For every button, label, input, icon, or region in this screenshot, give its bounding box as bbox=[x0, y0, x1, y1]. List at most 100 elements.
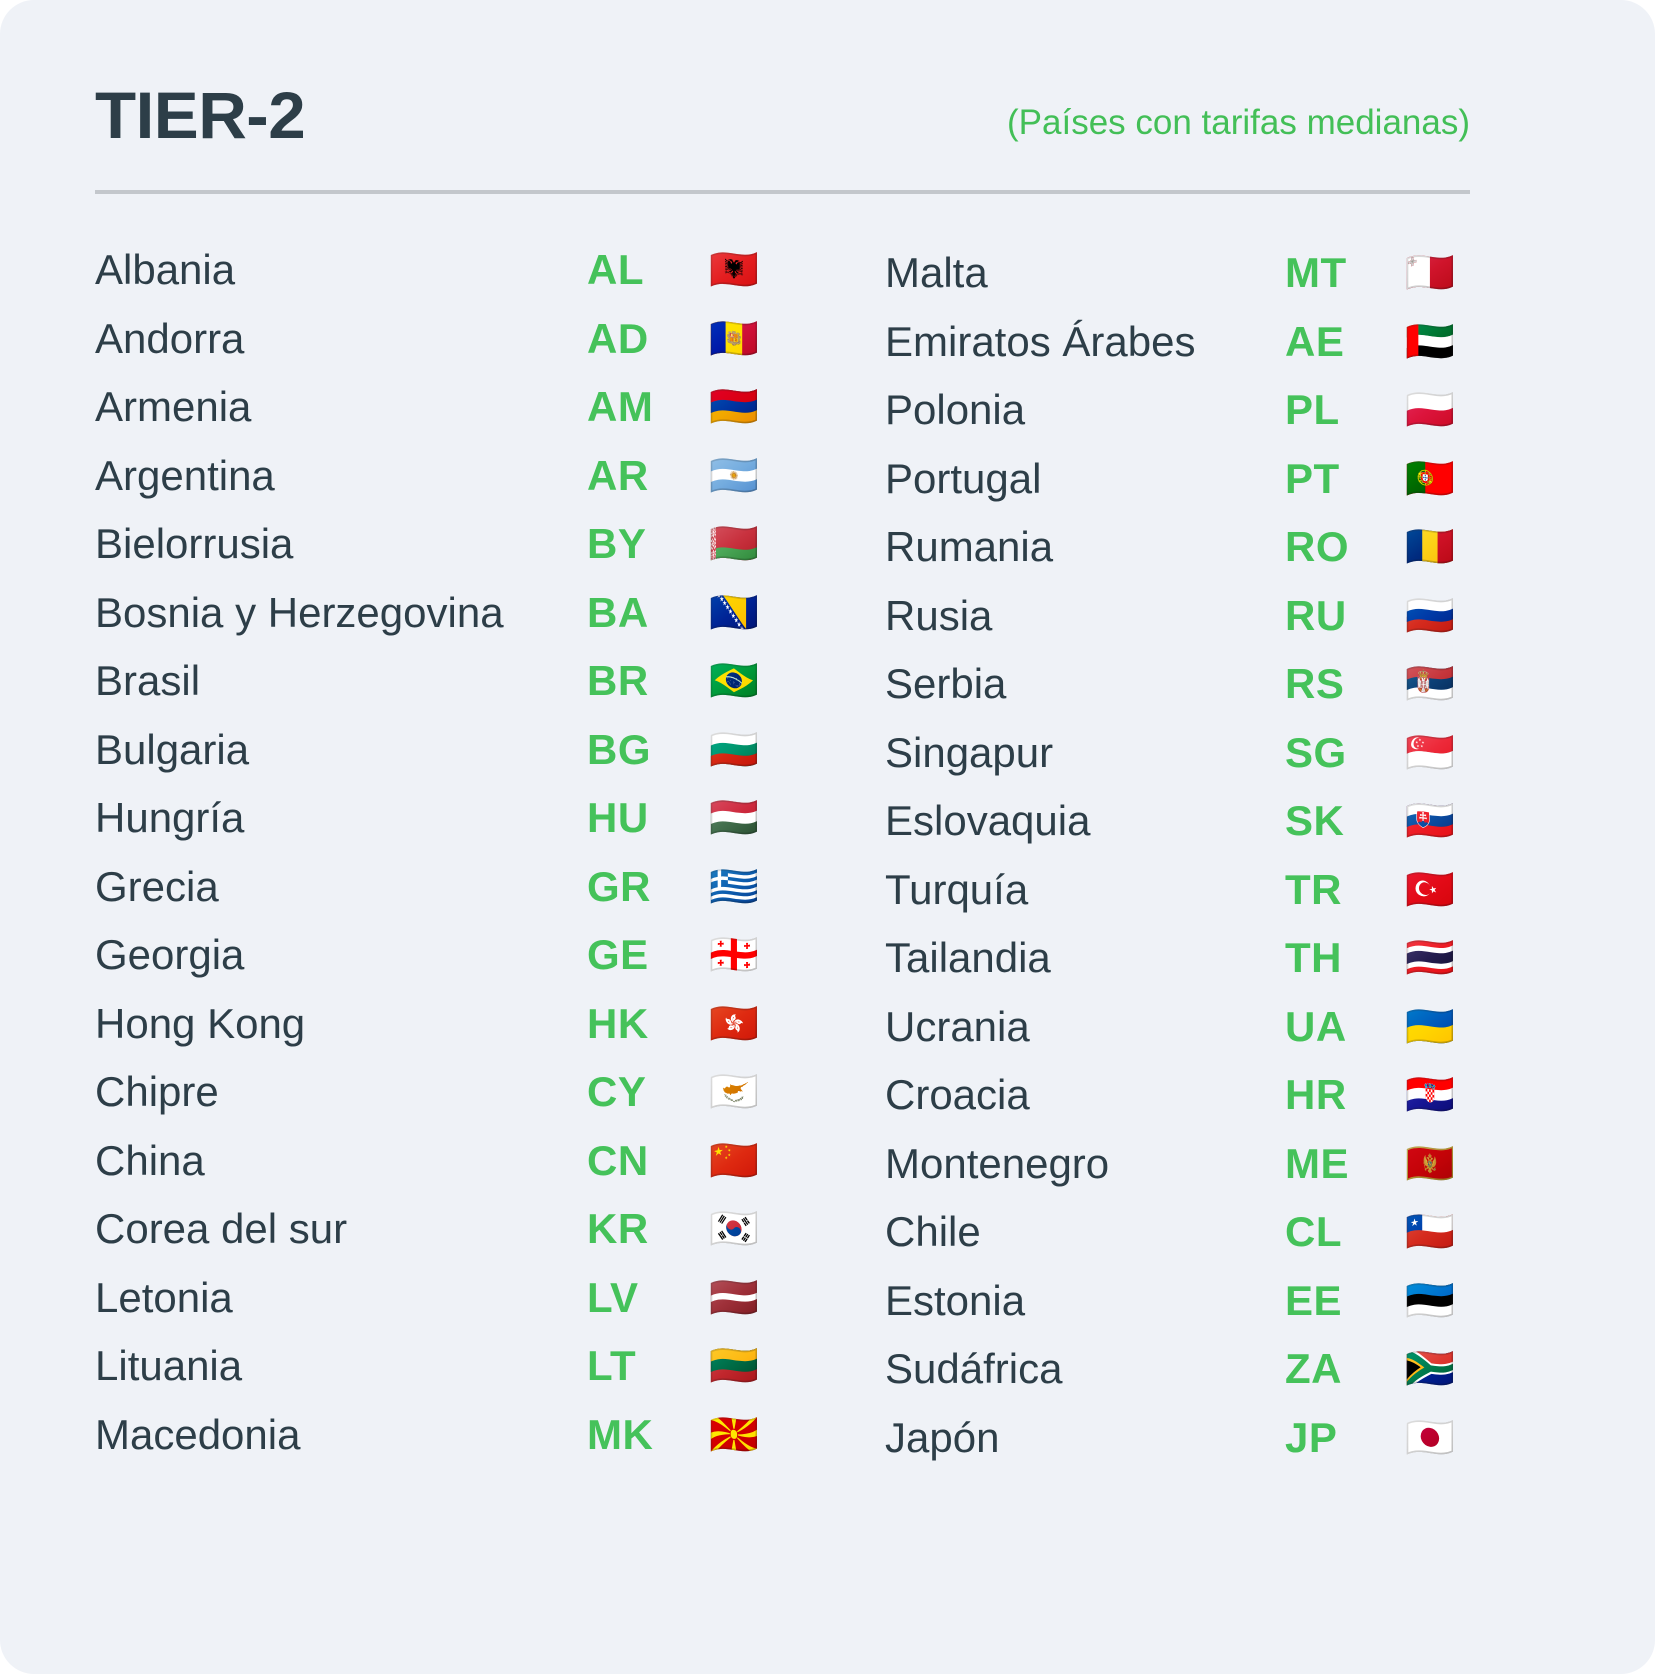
tier-card: TIER-2 (Países con tarifas medianas) Alb… bbox=[0, 0, 1655, 1674]
country-row[interactable]: Ucrania UA 🇺🇦 bbox=[885, 993, 1565, 1062]
country-flag-cell: 🇭🇰 bbox=[709, 998, 759, 1050]
flag-icon: 🇵🇹 bbox=[1405, 455, 1455, 502]
country-code: PT bbox=[1285, 454, 1340, 502]
country-name: Rumania bbox=[885, 523, 1054, 571]
country-row[interactable]: Tailandia TH 🇹🇭 bbox=[885, 924, 1565, 993]
country-code-cell: BA bbox=[587, 587, 709, 639]
country-code-cell: HU bbox=[587, 792, 709, 844]
country-row[interactable]: Polonia PL 🇵🇱 bbox=[885, 376, 1565, 445]
country-flag-cell: 🇦🇱 bbox=[709, 244, 759, 296]
country-flag-cell: 🇧🇾 bbox=[709, 518, 759, 570]
country-flag-cell: 🇺🇦 bbox=[1405, 1001, 1455, 1053]
country-row[interactable]: Bosnia y Herzegovina BA 🇧🇦 bbox=[95, 579, 795, 648]
country-name-cell: Argentina bbox=[95, 450, 587, 502]
country-flag-cell: 🇧🇬 bbox=[709, 724, 759, 776]
country-row[interactable]: Bielorrusia BY 🇧🇾 bbox=[95, 510, 795, 579]
country-row[interactable]: Corea del sur KR 🇰🇷 bbox=[95, 1195, 795, 1264]
country-code: BA bbox=[587, 588, 649, 636]
country-code: BY bbox=[587, 520, 647, 568]
flag-icon: 🇦🇱 bbox=[709, 247, 759, 294]
country-code: RU bbox=[1285, 591, 1347, 639]
country-row[interactable]: Lituania LT 🇱🇹 bbox=[95, 1332, 795, 1401]
country-row[interactable]: Croacia HR 🇭🇷 bbox=[885, 1061, 1565, 1130]
country-row[interactable]: Letonia LV 🇱🇻 bbox=[95, 1264, 795, 1333]
country-row[interactable]: China CN 🇨🇳 bbox=[95, 1127, 795, 1196]
country-row[interactable]: Montenegro ME 🇲🇪 bbox=[885, 1130, 1565, 1199]
country-code-cell: BY bbox=[587, 518, 709, 570]
flag-icon: 🇿🇦 bbox=[1405, 1346, 1455, 1393]
country-flag-cell: 🇯🇵 bbox=[1405, 1412, 1455, 1464]
country-name-cell: Emiratos Árabes bbox=[885, 316, 1285, 368]
country-row[interactable]: Rumania RO 🇷🇴 bbox=[885, 513, 1565, 582]
country-code-cell: CY bbox=[587, 1066, 709, 1118]
country-name-cell: Turquía bbox=[885, 864, 1285, 916]
country-row[interactable]: Chile CL 🇨🇱 bbox=[885, 1198, 1565, 1267]
flag-icon: 🇭🇷 bbox=[1405, 1072, 1455, 1119]
country-row[interactable]: Rusia RU 🇷🇺 bbox=[885, 582, 1565, 651]
country-code-cell: AM bbox=[587, 381, 709, 433]
country-row[interactable]: Albania AL 🇦🇱 bbox=[95, 236, 795, 305]
country-name: Croacia bbox=[885, 1071, 1030, 1119]
country-row[interactable]: Estonia EE 🇪🇪 bbox=[885, 1267, 1565, 1336]
country-row[interactable]: Malta MT 🇲🇹 bbox=[885, 239, 1565, 308]
country-name-cell: Bulgaria bbox=[95, 724, 587, 776]
country-row[interactable]: Turquía TR 🇹🇷 bbox=[885, 856, 1565, 925]
country-row[interactable]: Andorra AD 🇦🇩 bbox=[95, 305, 795, 374]
country-name: Argentina bbox=[95, 451, 275, 499]
country-row[interactable]: Macedonia MK 🇲🇰 bbox=[95, 1401, 795, 1470]
country-flag-cell: 🇬🇷 bbox=[709, 861, 759, 913]
country-code-cell: PT bbox=[1285, 453, 1405, 505]
country-row[interactable]: Armenia AM 🇦🇲 bbox=[95, 373, 795, 442]
country-row[interactable]: Singapur SG 🇸🇬 bbox=[885, 719, 1565, 788]
country-name: China bbox=[95, 1136, 205, 1184]
country-name-cell: Letonia bbox=[95, 1272, 587, 1324]
country-row[interactable]: Emiratos Árabes AE 🇦🇪 bbox=[885, 308, 1565, 377]
country-row[interactable]: Japón JP 🇯🇵 bbox=[885, 1404, 1565, 1473]
country-name: Hungría bbox=[95, 794, 245, 842]
country-name: Bielorrusia bbox=[95, 520, 294, 568]
country-column-left: Albania AL 🇦🇱 Andorra AD 🇦🇩 Armenia AM 🇦🇲 Argenti… bbox=[95, 236, 795, 1469]
country-row[interactable]: Eslovaquia SK 🇸🇰 bbox=[885, 787, 1565, 856]
country-code: BR bbox=[587, 657, 649, 705]
country-row[interactable]: Portugal PT 🇵🇹 bbox=[885, 445, 1565, 514]
country-flag-cell: 🇷🇴 bbox=[1405, 521, 1455, 573]
country-row[interactable]: Bulgaria BG 🇧🇬 bbox=[95, 716, 795, 785]
country-flag-cell: 🇹🇭 bbox=[1405, 932, 1455, 984]
country-flag-cell: 🇷🇸 bbox=[1405, 658, 1455, 710]
country-code-cell: BR bbox=[587, 655, 709, 707]
country-code: AD bbox=[587, 314, 649, 362]
country-row[interactable]: Serbia RS 🇷🇸 bbox=[885, 650, 1565, 719]
country-name: Ucrania bbox=[885, 1002, 1030, 1050]
country-row[interactable]: Argentina AR 🇦🇷 bbox=[95, 442, 795, 511]
country-name-cell: Albania bbox=[95, 244, 587, 296]
country-name: Emiratos Árabes bbox=[885, 317, 1196, 365]
country-name-cell: Georgia bbox=[95, 929, 587, 981]
flag-icon: 🇯🇵 bbox=[1405, 1414, 1455, 1461]
country-row[interactable]: Brasil BR 🇧🇷 bbox=[95, 647, 795, 716]
country-row[interactable]: Hungría HU 🇭🇺 bbox=[95, 784, 795, 853]
flag-icon: 🇪🇪 bbox=[1405, 1277, 1455, 1324]
country-flag-cell: 🇦🇷 bbox=[709, 450, 759, 502]
country-code-cell: AR bbox=[587, 450, 709, 502]
country-flag-cell: 🇭🇷 bbox=[1405, 1069, 1455, 1121]
country-code-cell: RU bbox=[1285, 590, 1405, 642]
country-code-cell: MT bbox=[1285, 247, 1405, 299]
country-name-cell: Serbia bbox=[885, 658, 1285, 710]
country-row[interactable]: Grecia GR 🇬🇷 bbox=[95, 853, 795, 922]
country-flag-cell: 🇨🇳 bbox=[709, 1135, 759, 1187]
country-row[interactable]: Sudáfrica ZA 🇿🇦 bbox=[885, 1335, 1565, 1404]
flag-icon: 🇸🇰 bbox=[1405, 798, 1455, 845]
country-row[interactable]: Georgia GE 🇬🇪 bbox=[95, 921, 795, 990]
country-code: TH bbox=[1285, 934, 1342, 982]
country-flag-cell: 🇦🇪 bbox=[1405, 316, 1455, 368]
country-name: Brasil bbox=[95, 657, 201, 705]
country-name: Rusia bbox=[885, 591, 993, 639]
country-row[interactable]: Hong Kong HK 🇭🇰 bbox=[95, 990, 795, 1059]
country-code-cell: AD bbox=[587, 313, 709, 365]
country-row[interactable]: Chipre CY 🇨🇾 bbox=[95, 1058, 795, 1127]
flag-icon: 🇷🇴 bbox=[1405, 524, 1455, 571]
country-code-cell: KR bbox=[587, 1203, 709, 1255]
country-name-cell: Eslovaquia bbox=[885, 795, 1285, 847]
country-name-cell: Tailandia bbox=[885, 932, 1285, 984]
flag-icon: 🇲🇪 bbox=[1405, 1140, 1455, 1187]
